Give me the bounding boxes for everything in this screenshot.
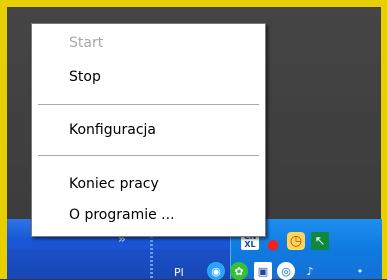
- status-icon[interactable]: •: [351, 262, 369, 280]
- taskbar-clipped-label: Pl: [174, 266, 184, 279]
- menu-item-start[interactable]: Start: [33, 30, 264, 56]
- menu-separator: [38, 155, 259, 156]
- menu-item-stop[interactable]: Stop: [33, 64, 264, 90]
- cursor-app-icon[interactable]: ↖: [311, 232, 329, 250]
- tray-context-menu: Start Stop Konfiguracja Koniec pracy O p…: [31, 23, 266, 237]
- monitor-icon[interactable]: ▣: [254, 262, 272, 280]
- menu-item-o-programie[interactable]: O programie ...: [33, 202, 264, 228]
- globe-icon[interactable]: ◉: [207, 262, 225, 280]
- network-icon[interactable]: ◎: [277, 262, 295, 280]
- leaf-icon[interactable]: ✿: [230, 262, 248, 280]
- ladybug-icon[interactable]: ●: [264, 236, 282, 254]
- menu-separator: [38, 104, 259, 105]
- menu-item-koniec-pracy[interactable]: Koniec pracy: [33, 171, 264, 197]
- clock-icon[interactable]: ◷: [287, 232, 305, 250]
- menu-item-konfiguracja[interactable]: Konfiguracja: [33, 117, 264, 143]
- speaker-icon[interactable]: ♪: [301, 262, 319, 280]
